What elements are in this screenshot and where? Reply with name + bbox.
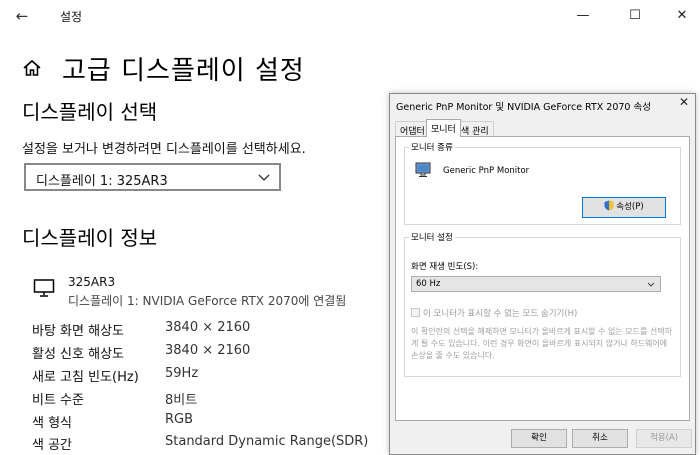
refresh-rate-select[interactable]: 60 Hz	[411, 276, 661, 292]
select-display-heading: 디스플레이 선택	[22, 100, 158, 124]
monitor-properties-dialog: Generic PnP Monitor 및 NVIDIA GeForce RTX…	[389, 93, 696, 455]
group-label: 모니터 설정	[409, 231, 455, 243]
back-button[interactable]: ←	[10, 6, 34, 26]
tab-color-management[interactable]: 색 관리	[457, 121, 494, 137]
instruction-text: 설정을 보거나 변경하려면 디스플레이를 선택하세요.	[22, 142, 306, 157]
chevron-down-icon	[258, 174, 270, 181]
tab-adapter[interactable]: 어댑터	[395, 121, 430, 137]
hide-modes-label: 이 모니터가 표시할 수 없는 모드 숨기기(H)	[423, 309, 578, 319]
info-value: 3840 × 2160	[165, 343, 251, 358]
monitor-icon	[415, 162, 431, 177]
monitor-connection: 디스플레이 1: NVIDIA GeForce RTX 2070에 연결됨	[68, 294, 347, 308]
tab-monitor[interactable]: 모니터	[426, 119, 461, 137]
properties-button[interactable]: 속성(P)	[582, 197, 666, 218]
info-key: 바탕 화면 해상도	[32, 324, 124, 339]
info-row: 새로 고침 빈도(Hz) 59Hz	[32, 366, 392, 386]
monitor-type-name: Generic PnP Monitor	[443, 166, 530, 176]
monitor-settings-group: 모니터 설정 화면 재생 빈도(S): 60 Hz 이 모니터가 표시할 수 없…	[404, 231, 681, 377]
minimize-button[interactable]: —	[560, 4, 606, 28]
properties-button-label: 속성(P)	[616, 202, 644, 212]
group-label: 모니터 종류	[409, 141, 455, 153]
display-info-heading: 디스플레이 정보	[22, 226, 158, 250]
info-value: 59Hz	[165, 366, 199, 381]
title-bar: ← 설정 — ☐ ✕	[0, 0, 700, 32]
info-row: 활성 신호 해상도 3840 × 2160	[32, 343, 392, 363]
monitor-tab-panel: 모니터 종류 Generic PnP Monitor 속성(P) 모니터 설정 …	[395, 136, 690, 421]
refresh-rate-value: 60 Hz	[416, 279, 441, 289]
info-key: 색 형식	[32, 416, 73, 431]
info-key: 색 공간	[32, 438, 73, 453]
shield-icon	[604, 200, 614, 211]
cancel-button[interactable]: 취소	[572, 429, 628, 448]
dialog-close-button[interactable]: ✕	[679, 95, 689, 109]
display-select-value: 디스플레이 1: 325AR3	[36, 174, 168, 189]
close-button[interactable]: ✕	[659, 4, 700, 28]
monitor-type-group: 모니터 종류 Generic PnP Monitor 속성(P)	[404, 141, 681, 225]
info-key: 활성 신호 해상도	[32, 347, 124, 362]
info-value: Standard Dynamic Range(SDR)	[165, 434, 369, 449]
maximize-button[interactable]: ☐	[612, 4, 658, 28]
ok-button[interactable]: 확인	[511, 429, 567, 448]
warning-text: 이 확인란의 선택을 해제하면 모니터가 올바르게 표시할 수 없는 모드를 선…	[411, 327, 672, 360]
chevron-down-icon	[647, 282, 655, 287]
dialog-title: Generic PnP Monitor 및 NVIDIA GeForce RTX…	[396, 102, 651, 113]
page-title: 고급 디스플레이 설정	[62, 56, 305, 86]
display-select-dropdown[interactable]: 디스플레이 1: 325AR3	[24, 163, 281, 191]
hide-modes-checkbox[interactable]	[411, 308, 420, 317]
info-key: 비트 수준	[32, 393, 84, 408]
info-value: 8비트	[165, 393, 198, 408]
apply-button[interactable]: 적용(A)	[636, 429, 692, 448]
info-row: 비트 수준 8비트	[32, 389, 392, 409]
info-key: 새로 고침 빈도(Hz)	[32, 370, 139, 385]
info-value: 3840 × 2160	[165, 320, 251, 335]
app-title: 설정	[60, 10, 83, 24]
home-icon[interactable]	[22, 58, 42, 78]
info-row: 바탕 화면 해상도 3840 × 2160	[32, 320, 392, 340]
monitor-name: 325AR3	[68, 275, 116, 289]
refresh-rate-label: 화면 재생 빈도(S):	[411, 262, 479, 272]
info-row: 색 형식 RGB	[32, 412, 392, 432]
info-value: RGB	[165, 412, 194, 427]
info-row: 색 공간 Standard Dynamic Range(SDR)	[32, 434, 392, 454]
monitor-icon	[33, 279, 55, 297]
